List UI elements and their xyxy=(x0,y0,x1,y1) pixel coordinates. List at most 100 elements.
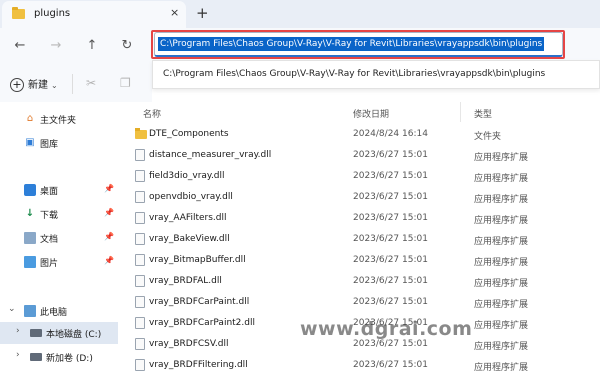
chevron-right-icon[interactable]: › xyxy=(16,326,20,336)
file-modified: 2023/6/27 15:01 xyxy=(353,150,428,160)
file-type: 文件夹 xyxy=(474,132,502,142)
address-suggestions: C:\Program Files\Chaos Group\V-Ray\V-Ray… xyxy=(152,60,600,89)
navigation-pane: ⌂ 主文件夹 ▣ 图库 桌面 📌 ↓ 下载 📌 文档 📌 图片 📌 ⌄ 此电脑 … xyxy=(0,102,118,371)
file-row[interactable]: distance_measurer_vray.dll 2023/6/27 15:0… xyxy=(118,145,600,166)
sidebar-item-label: 桌面 xyxy=(40,187,59,197)
dll-file-icon xyxy=(135,191,145,203)
file-name: vray_BRDFFiltering.dll xyxy=(149,360,248,370)
file-modified: 2023/6/27 15:01 xyxy=(353,297,428,307)
drive-icon xyxy=(30,329,42,337)
column-header-type[interactable]: 类型 xyxy=(474,107,492,120)
file-name: vray_BakeView.dll xyxy=(149,234,230,244)
file-row[interactable]: vray_AAFilters.dll 2023/6/27 15:01 应用程序扩展 xyxy=(118,208,600,229)
file-type: 应用程序扩展 xyxy=(474,363,529,371)
file-modified: 2023/6/27 15:01 xyxy=(353,234,428,244)
file-row[interactable]: vray_BRDFCarPaint.dll 2023/6/27 15:01 应用程序… xyxy=(118,292,600,313)
dll-file-icon xyxy=(135,317,145,329)
column-header-name[interactable]: 名称 xyxy=(143,107,161,120)
command-toolbar: + 新建 ⌄ ✂ ❐ xyxy=(0,64,152,102)
dll-file-icon xyxy=(135,149,145,161)
desktop-icon xyxy=(24,184,36,196)
dll-file-icon xyxy=(135,275,145,287)
file-type: 应用程序扩展 xyxy=(474,342,529,352)
folder-icon xyxy=(12,7,25,19)
close-tab-icon[interactable]: × xyxy=(170,6,179,19)
file-type: 应用程序扩展 xyxy=(474,174,529,184)
watermark: www.dgrai.com xyxy=(300,318,473,340)
sidebar-item-home[interactable]: ⌂ 主文件夹 xyxy=(0,108,118,130)
sidebar-item-this-pc[interactable]: ⌄ 此电脑 xyxy=(0,300,118,322)
home-icon: ⌂ xyxy=(26,113,34,124)
sidebar-item-label: 主文件夹 xyxy=(40,116,77,126)
drive-icon xyxy=(30,353,42,361)
column-divider[interactable] xyxy=(460,102,461,122)
address-text[interactable]: C:\Program Files\Chaos Group\V-Ray\V-Ray… xyxy=(158,37,545,51)
column-header-modified[interactable]: 修改日期 xyxy=(353,107,389,120)
sidebar-item-pictures[interactable]: 图片 📌 xyxy=(0,251,118,273)
sidebar-item-label: 下载 xyxy=(40,211,59,221)
file-type: 应用程序扩展 xyxy=(474,300,529,310)
sidebar-item-label: 图库 xyxy=(40,140,59,150)
refresh-button[interactable]: ↻ xyxy=(117,36,137,56)
file-modified: 2023/6/27 15:01 xyxy=(353,213,428,223)
file-type: 应用程序扩展 xyxy=(474,216,529,226)
tab-title: plugins xyxy=(34,8,71,19)
new-tab-button[interactable]: + xyxy=(196,4,209,22)
file-name: vray_AAFilters.dll xyxy=(149,213,227,223)
pin-icon[interactable]: 📌 xyxy=(104,256,114,265)
pin-icon[interactable]: 📌 xyxy=(104,184,114,193)
file-modified: 2023/6/27 15:01 xyxy=(353,276,428,286)
file-row[interactable]: openvdbio_vray.dll 2023/6/27 15:01 应用程序扩展 xyxy=(118,187,600,208)
file-row[interactable]: field3dio_vray.dll 2023/6/27 15:01 应用程序扩展 xyxy=(118,166,600,187)
up-button[interactable]: ↑ xyxy=(82,36,102,56)
computer-icon xyxy=(24,305,36,317)
plus-icon: + xyxy=(10,78,24,92)
pin-icon[interactable]: 📌 xyxy=(104,232,114,241)
file-name: vray_BRDFCarPaint.dll xyxy=(149,297,250,307)
dll-file-icon xyxy=(135,338,145,350)
new-label: 新建 xyxy=(28,80,48,91)
file-name: vray_BRDFAL.dll xyxy=(149,276,222,286)
file-row[interactable]: vray_BitmapBuffer.dll 2023/6/27 15:01 应用程序… xyxy=(118,250,600,271)
documents-icon xyxy=(24,232,36,244)
file-row[interactable]: vray_BRDFFiltering.dll 2023/6/27 15:01 应用程… xyxy=(118,355,600,371)
dll-file-icon xyxy=(135,170,145,182)
file-name: vray_BitmapBuffer.dll xyxy=(149,255,246,265)
sidebar-item-local-disk-c[interactable]: › 本地磁盘 (C:) xyxy=(0,322,118,344)
sidebar-item-documents[interactable]: 文档 📌 xyxy=(0,227,118,249)
file-type: 应用程序扩展 xyxy=(474,321,529,331)
sidebar-item-label: 新加卷 (D:) xyxy=(46,354,93,364)
file-type: 应用程序扩展 xyxy=(474,237,529,247)
address-bar[interactable]: C:\Program Files\Chaos Group\V-Ray\V-Ray… xyxy=(154,32,563,57)
file-row[interactable]: vray_BRDFAL.dll 2023/6/27 15:01 应用程序扩展 xyxy=(118,271,600,292)
new-button[interactable]: + 新建 ⌄ xyxy=(10,76,58,92)
sidebar-item-gallery[interactable]: ▣ 图库 xyxy=(0,132,118,154)
chevron-down-icon[interactable]: ⌄ xyxy=(8,304,16,314)
pin-icon[interactable]: 📌 xyxy=(104,208,114,217)
file-name: field3dio_vray.dll xyxy=(149,171,225,181)
copy-icon[interactable]: ❐ xyxy=(120,76,131,90)
file-row[interactable]: DTE_Components 2024/8/24 16:14 文件夹 xyxy=(118,124,600,145)
tab-plugins[interactable]: plugins × xyxy=(2,1,186,28)
gallery-icon: ▣ xyxy=(25,137,35,148)
folder-icon xyxy=(135,128,147,139)
forward-button[interactable]: → xyxy=(46,36,66,56)
file-type: 应用程序扩展 xyxy=(474,258,529,268)
dll-file-icon xyxy=(135,254,145,266)
toolbar-divider xyxy=(72,74,73,94)
address-suggestion-item[interactable]: C:\Program Files\Chaos Group\V-Ray\V-Ray… xyxy=(163,69,545,79)
file-row[interactable]: vray_BakeView.dll 2023/6/27 15:01 应用程序扩展 xyxy=(118,229,600,250)
download-icon: ↓ xyxy=(25,208,35,219)
sidebar-item-downloads[interactable]: ↓ 下载 📌 xyxy=(0,203,118,225)
file-type: 应用程序扩展 xyxy=(474,195,529,205)
cut-icon[interactable]: ✂ xyxy=(86,76,96,90)
file-name: vray_BRDFCSV.dll xyxy=(149,339,229,349)
file-modified: 2023/6/27 15:01 xyxy=(353,171,428,181)
file-modified: 2023/6/27 15:01 xyxy=(353,339,428,349)
back-button[interactable]: ← xyxy=(10,36,30,56)
chevron-right-icon[interactable]: › xyxy=(16,350,20,360)
sidebar-item-desktop[interactable]: 桌面 📌 xyxy=(0,179,118,201)
sidebar-item-new-volume-d[interactable]: › 新加卷 (D:) xyxy=(0,346,118,368)
chevron-down-icon: ⌄ xyxy=(51,81,58,90)
file-name: openvdbio_vray.dll xyxy=(149,192,233,202)
